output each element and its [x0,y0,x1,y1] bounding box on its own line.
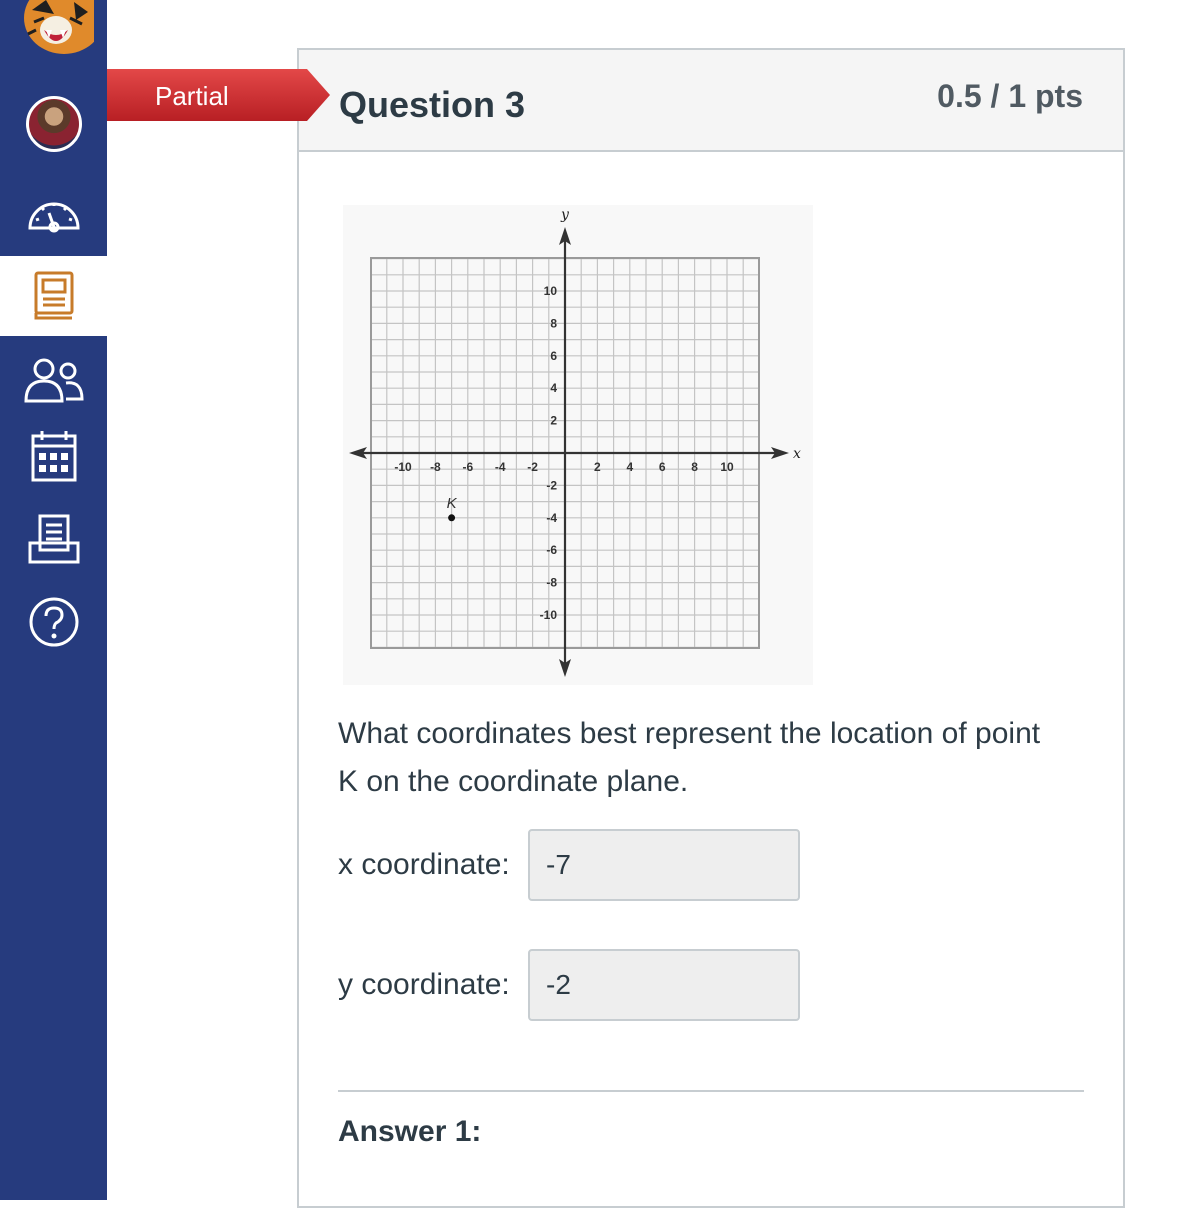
point-k-label: K [447,495,458,512]
dashboard-icon [27,202,80,233]
question-points: 0.5 / 1 pts [937,78,1083,114]
nav-dashboard[interactable] [0,176,107,252]
x-axis-label: x [793,446,801,462]
y-tick-label: -8 [546,576,557,590]
x-tick-label: 2 [594,460,601,474]
x-tick-label: -10 [394,460,412,474]
y-tick-label: 10 [544,284,558,298]
y-tick-label: 6 [550,349,557,363]
partial-ribbon: Partial [107,69,330,121]
y-coordinate-label: y coordinate: [338,968,510,1001]
y-tick-label: -4 [546,511,557,525]
x-tick-label: -6 [462,460,473,474]
y-tick-label: 4 [550,381,557,395]
x-coordinate-field[interactable]: -7 [528,829,800,901]
calendar-icon [31,431,76,482]
nav-courses[interactable] [0,256,107,336]
help-icon [29,597,78,647]
divider [338,1090,1084,1092]
tiger-logo[interactable] [0,0,107,60]
y-tick-label: 2 [550,414,557,428]
graph-background [343,205,813,685]
nav-groups[interactable] [0,345,107,415]
y-tick-label: -6 [546,543,557,557]
x-tick-label: 6 [659,460,666,474]
courses-icon [34,271,73,320]
account-avatar[interactable] [0,88,107,160]
nav-calendar[interactable] [0,425,107,487]
global-nav [0,0,107,1200]
x-coordinate-label: x coordinate: [338,848,510,881]
question-text: What coordinates best represent the loca… [338,717,1041,798]
nav-inbox[interactable] [0,508,107,570]
nav-help[interactable] [0,592,107,652]
avatar [25,96,82,152]
ribbon-label: Partial [155,81,229,111]
y-tick-label: -10 [540,608,558,622]
y-tick-label: -2 [546,478,557,492]
x-coordinate-row: x coordinate: -7 [338,829,800,901]
x-tick-label: -8 [430,460,441,474]
question-title: Question 3 [339,84,526,125]
x-tick-label: -2 [527,460,538,474]
y-coordinate-field[interactable]: -2 [528,949,800,1021]
y-coordinate-row: y coordinate: -2 [338,949,800,1021]
x-tick-label: 10 [720,460,734,474]
x-tick-label: 8 [691,460,698,474]
y-axis-label: y [560,207,570,223]
question-header: Question 3 0.5 / 1 pts [299,50,1123,152]
inbox-icon [28,514,79,564]
tiger-logo-icon [23,0,94,54]
y-tick-label: 8 [550,316,557,330]
x-tick-label: 4 [626,460,633,474]
groups-icon [23,358,84,403]
coordinate-plane: -10 -8 -6 -4 -2 2 4 6 8 10 10 8 6 4 2 -2 -4 -6 -8 -10 x y K [343,205,813,685]
point-k-dot [448,514,456,522]
x-tick-label: -4 [495,460,506,474]
answer-label: Answer 1: [338,1115,482,1148]
